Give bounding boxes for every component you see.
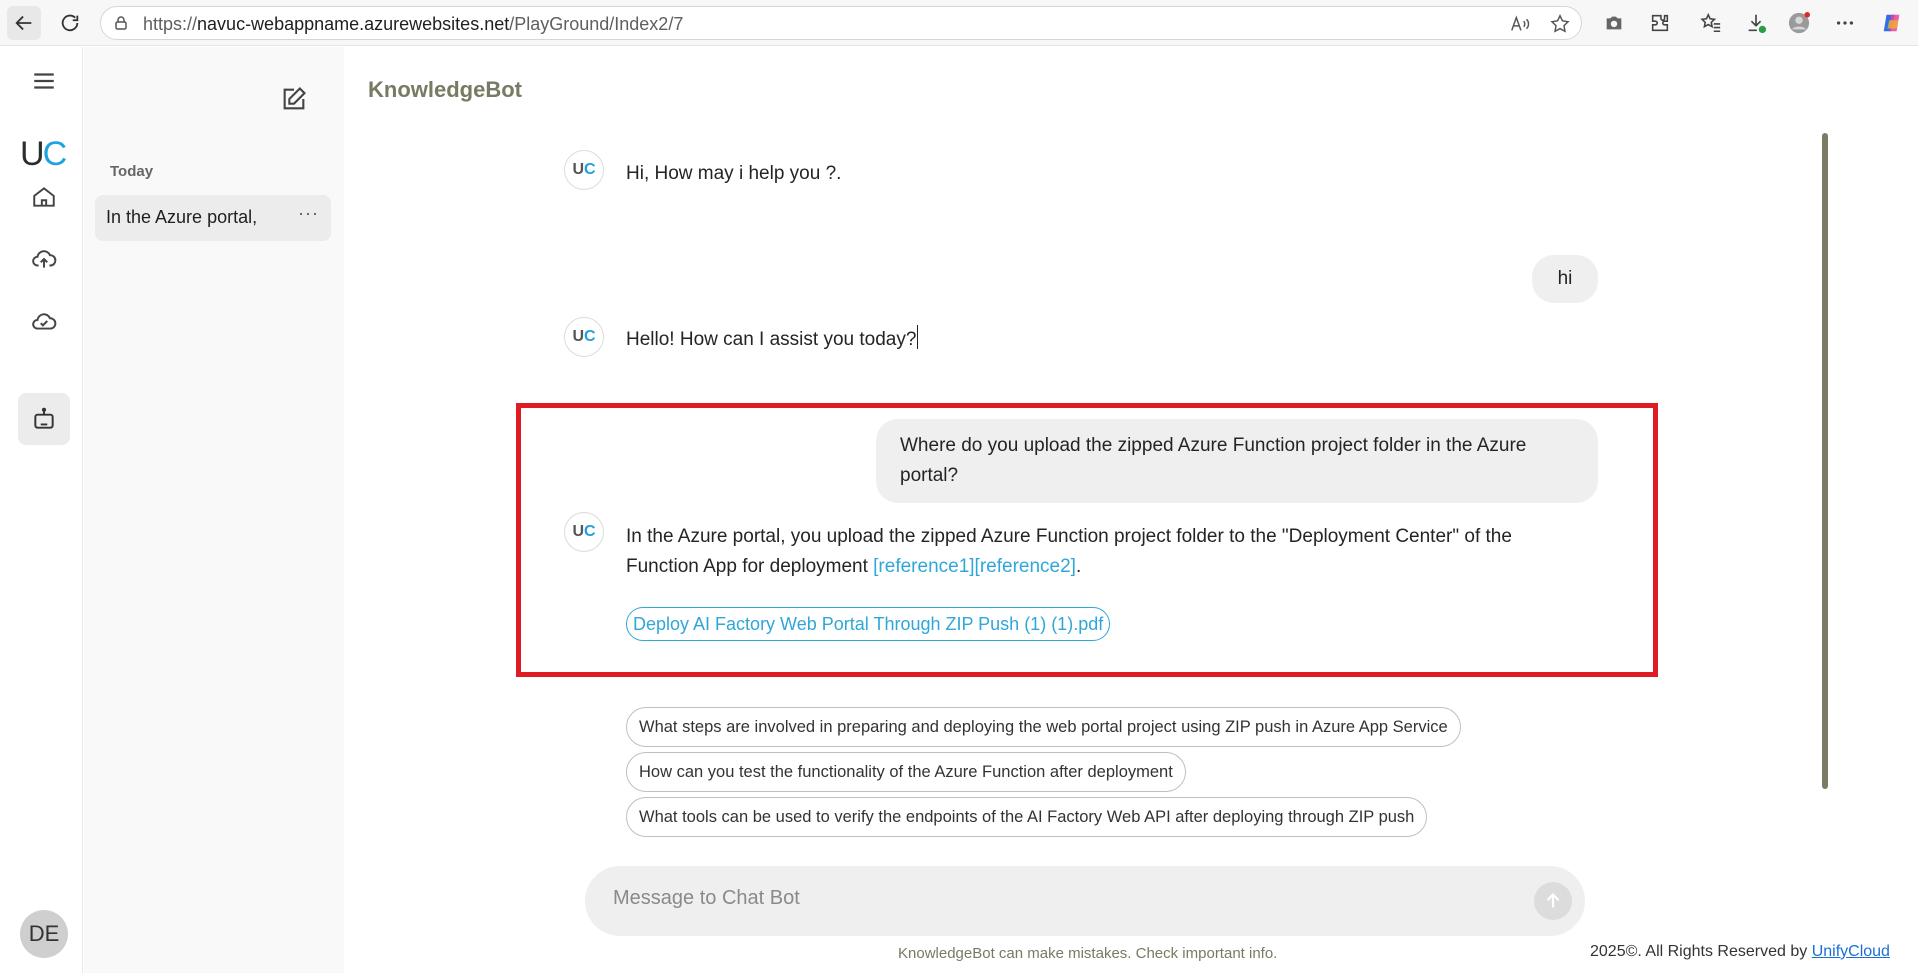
history-item[interactable]: In the Azure portal, ···	[95, 195, 331, 241]
bot-avatar-u: U	[572, 328, 584, 345]
screenshot-camera-icon[interactable]	[1601, 10, 1627, 36]
logo-letter-c: C	[42, 135, 68, 173]
url-path: /PlayGround/Index2/7	[509, 14, 684, 34]
address-bar[interactable]: https://navuc-webappname.azurewebsites.n…	[100, 6, 1582, 40]
page-title: KnowledgeBot	[368, 77, 522, 102]
chat-scrollbar[interactable]	[1822, 133, 1828, 789]
bot-answer: In the Azure portal, you upload the zipp…	[626, 522, 1606, 582]
bot-message: Hi, How may i help you ?.	[626, 163, 842, 184]
favorites-icon[interactable]	[1698, 10, 1724, 36]
extensions-icon[interactable]	[1647, 10, 1673, 36]
home-icon[interactable]	[18, 171, 70, 223]
bot-avatar-u: U	[572, 523, 584, 540]
bot-avatar-c: C	[584, 161, 596, 178]
bot-avatar: UC	[564, 512, 604, 552]
bot-avatar-c: C	[584, 523, 596, 540]
reference-links[interactable]: [reference1][reference2]	[873, 556, 1076, 577]
url-text: https://navuc-webappname.azurewebsites.n…	[143, 14, 683, 35]
downloads-icon[interactable]	[1743, 10, 1769, 36]
hamburger-menu-icon[interactable]	[18, 55, 70, 107]
cloud-check-icon[interactable]	[18, 295, 70, 347]
bot-message: Hello! How can I assist you today?	[626, 325, 919, 355]
message-input[interactable]: Message to Chat Bot	[585, 866, 1585, 936]
user-avatar[interactable]: DE	[20, 910, 68, 958]
bot-answer-line2: Function App for deployment	[626, 556, 874, 577]
url-host: navuc-webappname.azurewebsites.net	[197, 14, 510, 34]
bot-avatar-u: U	[572, 161, 584, 178]
bot-message-text: Hello! How can I assist you today?	[626, 329, 917, 350]
more-icon[interactable]	[1832, 10, 1858, 36]
suggested-question[interactable]: How can you test the functionality of th…	[626, 752, 1186, 792]
history-item-label: In the Azure portal,	[106, 207, 258, 227]
chat-main: KnowledgeBot UC Hi, How may i help you ?…	[344, 47, 1918, 973]
profile-icon[interactable]	[1786, 10, 1812, 36]
copyright-text: 2025©. All Rights Reserved by UnifyCloud	[1590, 943, 1890, 961]
favorite-star-icon[interactable]	[1549, 13, 1571, 35]
unifycloud-link[interactable]: UnifyCloud	[1812, 943, 1890, 960]
logo-letter-u: U	[20, 135, 45, 173]
user-message: hi	[1532, 255, 1598, 303]
bot-answer-end: .	[1075, 556, 1082, 577]
message-input-placeholder: Message to Chat Bot	[613, 887, 800, 909]
user-message: Where do you upload the zipped Azure Fun…	[876, 419, 1598, 503]
disclaimer-text: KnowledgeBot can make mistakes. Check im…	[898, 945, 1278, 962]
browser-toolbar: https://navuc-webappname.azurewebsites.n…	[0, 0, 1918, 46]
copilot-icon[interactable]	[1879, 10, 1905, 36]
history-item-more-icon[interactable]: ···	[298, 203, 319, 224]
text-caret	[917, 325, 919, 349]
url-prefix: https://	[143, 14, 198, 34]
new-chat-icon[interactable]	[278, 83, 310, 115]
bot-icon[interactable]	[18, 393, 70, 445]
cloud-upload-icon[interactable]	[18, 233, 70, 285]
reload-icon[interactable]	[53, 6, 87, 40]
copyright-label: 2025©. All Rights Reserved by	[1590, 943, 1812, 960]
bot-avatar-c: C	[584, 328, 596, 345]
bot-avatar: UC	[564, 317, 604, 357]
send-arrow-icon[interactable]	[1534, 882, 1572, 920]
chat-history-panel: Today In the Azure portal, ···	[84, 47, 344, 973]
read-aloud-icon[interactable]	[1509, 13, 1531, 35]
suggested-question[interactable]: What steps are involved in preparing and…	[626, 707, 1461, 747]
lock-icon	[115, 16, 127, 30]
suggested-question[interactable]: What tools can be used to verify the end…	[626, 797, 1428, 837]
bot-avatar: UC	[564, 150, 604, 190]
left-rail: UC DE	[0, 47, 83, 973]
bot-answer-line1: In the Azure portal, you upload the zipp…	[626, 526, 1512, 547]
back-arrow-icon[interactable]	[7, 6, 41, 40]
source-document-link[interactable]: Deploy AI Factory Web Portal Through ZIP…	[626, 607, 1111, 641]
history-section-label: Today	[110, 163, 154, 180]
